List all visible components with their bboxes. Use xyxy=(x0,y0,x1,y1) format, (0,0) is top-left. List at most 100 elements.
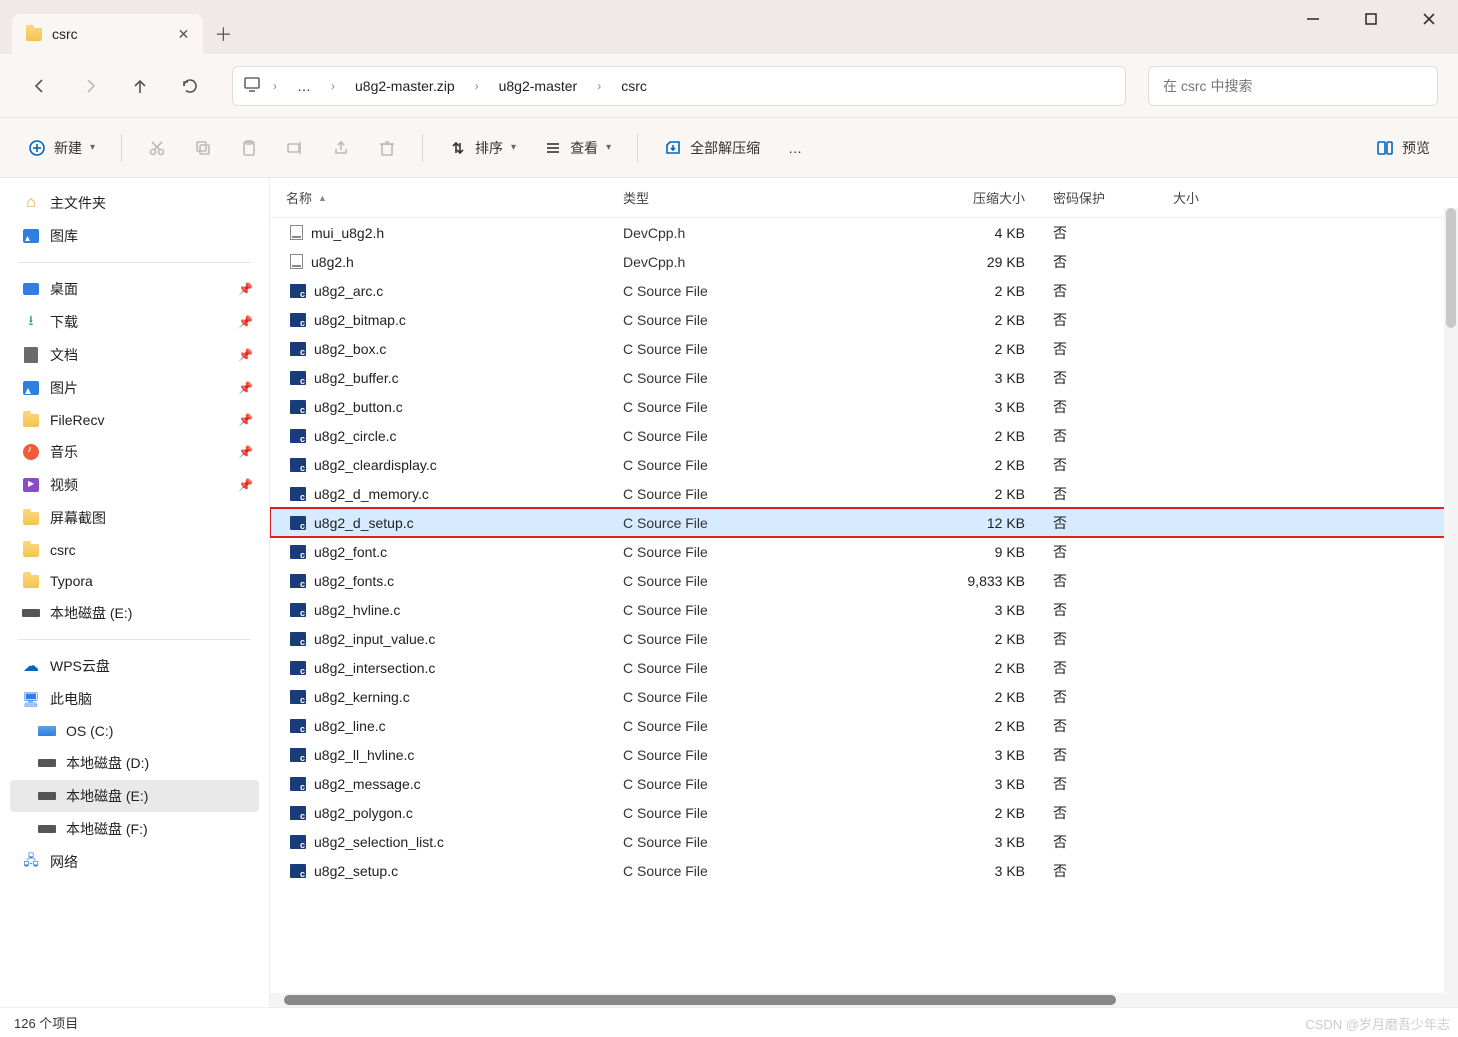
sidebar-item-gallery[interactable]: 图库 xyxy=(10,220,259,252)
table-row[interactable]: u8g2_button.cC Source File3 KB否 xyxy=(270,392,1458,421)
sidebar-item-quick[interactable]: 桌面📌 xyxy=(10,273,259,305)
file-type: C Source File xyxy=(615,602,855,618)
table-row[interactable]: u8g2_ll_hvline.cC Source File3 KB否 xyxy=(270,740,1458,769)
sidebar-item-drive[interactable]: 本地磁盘 (D:) xyxy=(10,747,259,779)
chevron-right-icon[interactable]: › xyxy=(469,79,485,93)
maximize-button[interactable] xyxy=(1342,0,1400,38)
table-row[interactable]: u8g2_circle.cC Source File2 KB否 xyxy=(270,421,1458,450)
chevron-down-icon: ▾ xyxy=(90,142,95,153)
search-input[interactable] xyxy=(1148,66,1438,106)
table-row[interactable]: u8g2_cleardisplay.cC Source File2 KB否 xyxy=(270,450,1458,479)
new-button[interactable]: 新建 ▾ xyxy=(16,129,107,167)
tab-csrc[interactable]: csrc ✕ xyxy=(12,14,203,54)
scroll-thumb[interactable] xyxy=(1446,208,1456,328)
cut-button[interactable] xyxy=(136,129,178,167)
table-row[interactable]: u8g2_buffer.cC Source File3 KB否 xyxy=(270,363,1458,392)
column-compressed-size[interactable]: 压缩大小 xyxy=(855,184,1045,211)
column-password[interactable]: 密码保护 xyxy=(1045,184,1165,211)
preview-button[interactable]: 预览 xyxy=(1364,129,1442,167)
copy-button[interactable] xyxy=(182,129,224,167)
horizontal-scrollbar[interactable] xyxy=(270,993,1458,1007)
file-list[interactable]: mui_u8g2.hDevCpp.h4 KB否u8g2.hDevCpp.h29 … xyxy=(270,218,1458,993)
sidebar-item-label: 本地磁盘 (F:) xyxy=(66,819,148,839)
sidebar-item-quick[interactable]: 文档📌 xyxy=(10,339,259,371)
table-row[interactable]: u8g2_font.cC Source File9 KB否 xyxy=(270,537,1458,566)
chevron-right-icon[interactable]: › xyxy=(591,79,607,93)
table-row[interactable]: u8g2_fonts.cC Source File9,833 KB否 xyxy=(270,566,1458,595)
up-button[interactable] xyxy=(120,66,160,106)
table-row[interactable]: u8g2_polygon.cC Source File2 KB否 xyxy=(270,798,1458,827)
sidebar-item-quick[interactable]: 屏幕截图 xyxy=(10,502,259,534)
forward-button[interactable] xyxy=(70,66,110,106)
crumb-zip[interactable]: u8g2-master.zip xyxy=(347,74,463,98)
rename-button[interactable] xyxy=(274,129,316,167)
sidebar-item-wps[interactable]: ☁ WPS云盘 xyxy=(10,650,259,682)
table-row[interactable]: u8g2_message.cC Source File3 KB否 xyxy=(270,769,1458,798)
refresh-button[interactable] xyxy=(170,66,210,106)
table-row[interactable]: u8g2_selection_list.cC Source File3 KB否 xyxy=(270,827,1458,856)
crumb-master[interactable]: u8g2-master xyxy=(491,74,586,98)
table-row[interactable]: u8g2_input_value.cC Source File2 KB否 xyxy=(270,624,1458,653)
table-row[interactable]: mui_u8g2.hDevCpp.h4 KB否 xyxy=(270,218,1458,247)
table-row[interactable]: u8g2_kerning.cC Source File2 KB否 xyxy=(270,682,1458,711)
new-label: 新建 xyxy=(54,138,82,158)
sidebar-item-network[interactable]: 🖧 网络 xyxy=(10,846,259,878)
scroll-thumb[interactable] xyxy=(284,995,1116,1005)
file-password: 否 xyxy=(1045,513,1165,533)
table-row[interactable]: u8g2_hvline.cC Source File3 KB否 xyxy=(270,595,1458,624)
back-button[interactable] xyxy=(20,66,60,106)
paste-button[interactable] xyxy=(228,129,270,167)
sidebar-item-quick[interactable]: csrc xyxy=(10,535,259,565)
close-icon[interactable]: ✕ xyxy=(178,26,190,43)
table-row[interactable]: u8g2_intersection.cC Source File2 KB否 xyxy=(270,653,1458,682)
sidebar-item-quick[interactable]: 本地磁盘 (E:) xyxy=(10,597,259,629)
ellipsis-icon[interactable]: … xyxy=(289,74,319,98)
sidebar-item-quick[interactable]: 视频📌 xyxy=(10,469,259,501)
sidebar-item-drive[interactable]: 本地磁盘 (E:) xyxy=(10,780,259,812)
share-button[interactable] xyxy=(320,129,362,167)
table-row[interactable]: u8g2.hDevCpp.h29 KB否 xyxy=(270,247,1458,276)
sort-button[interactable]: 排序 ▾ xyxy=(437,129,528,167)
file-type: DevCpp.h xyxy=(615,254,855,270)
sidebar-item-thispc[interactable]: 🖥 此电脑 xyxy=(10,683,259,715)
sidebar-item-quick[interactable]: 音乐📌 xyxy=(10,436,259,468)
table-row[interactable]: u8g2_setup.cC Source File3 KB否 xyxy=(270,856,1458,885)
file-name: u8g2_arc.c xyxy=(314,283,383,299)
view-button[interactable]: 查看 ▾ xyxy=(532,129,623,167)
table-row[interactable]: u8g2_d_memory.cC Source File2 KB否 xyxy=(270,479,1458,508)
sidebar-item-home[interactable]: ⌂ 主文件夹 xyxy=(10,187,259,219)
sidebar-item-label: 本地磁盘 (D:) xyxy=(66,753,149,773)
table-row[interactable]: u8g2_arc.cC Source File2 KB否 xyxy=(270,276,1458,305)
file-compressed-size: 2 KB xyxy=(855,341,1045,357)
sidebar-item-drive[interactable]: OS (C:) xyxy=(10,716,259,746)
sidebar-item-quick[interactable]: 图片📌 xyxy=(10,372,259,404)
more-button[interactable]: … xyxy=(776,129,814,167)
file-compressed-size: 2 KB xyxy=(855,660,1045,676)
file-name: u8g2_box.c xyxy=(314,341,386,357)
breadcrumb[interactable]: › … › u8g2-master.zip › u8g2-master › cs… xyxy=(232,66,1126,106)
column-name[interactable]: 名称▲ xyxy=(270,184,615,211)
delete-button[interactable] xyxy=(366,129,408,167)
sidebar-item-drive[interactable]: 本地磁盘 (F:) xyxy=(10,813,259,845)
column-size[interactable]: 大小 xyxy=(1165,184,1458,211)
file-name: u8g2_font.c xyxy=(314,544,387,560)
extract-all-button[interactable]: 全部解压缩 xyxy=(652,129,772,167)
sidebar-item-quick[interactable]: Typora xyxy=(10,566,259,596)
column-type[interactable]: 类型 xyxy=(615,184,855,211)
minimize-button[interactable] xyxy=(1284,0,1342,38)
file-name: u8g2_buffer.c xyxy=(314,370,399,386)
sidebar-item-quick[interactable]: ⭳下载📌 xyxy=(10,306,259,338)
table-row[interactable]: u8g2_bitmap.cC Source File2 KB否 xyxy=(270,305,1458,334)
chevron-right-icon[interactable]: › xyxy=(325,79,341,93)
table-row[interactable]: u8g2_box.cC Source File2 KB否 xyxy=(270,334,1458,363)
table-row[interactable]: u8g2_d_setup.cC Source File12 KB否 xyxy=(270,508,1458,537)
close-button[interactable] xyxy=(1400,0,1458,38)
chevron-right-icon[interactable]: › xyxy=(267,79,283,93)
vertical-scrollbar[interactable] xyxy=(1444,208,1458,1007)
new-tab-button[interactable]: ＋ xyxy=(203,14,243,54)
doc-icon xyxy=(24,347,38,363)
table-row[interactable]: u8g2_line.cC Source File2 KB否 xyxy=(270,711,1458,740)
sidebar-item-quick[interactable]: FileRecv📌 xyxy=(10,405,259,435)
crumb-csrc[interactable]: csrc xyxy=(613,74,655,98)
search-field[interactable] xyxy=(1163,78,1423,94)
